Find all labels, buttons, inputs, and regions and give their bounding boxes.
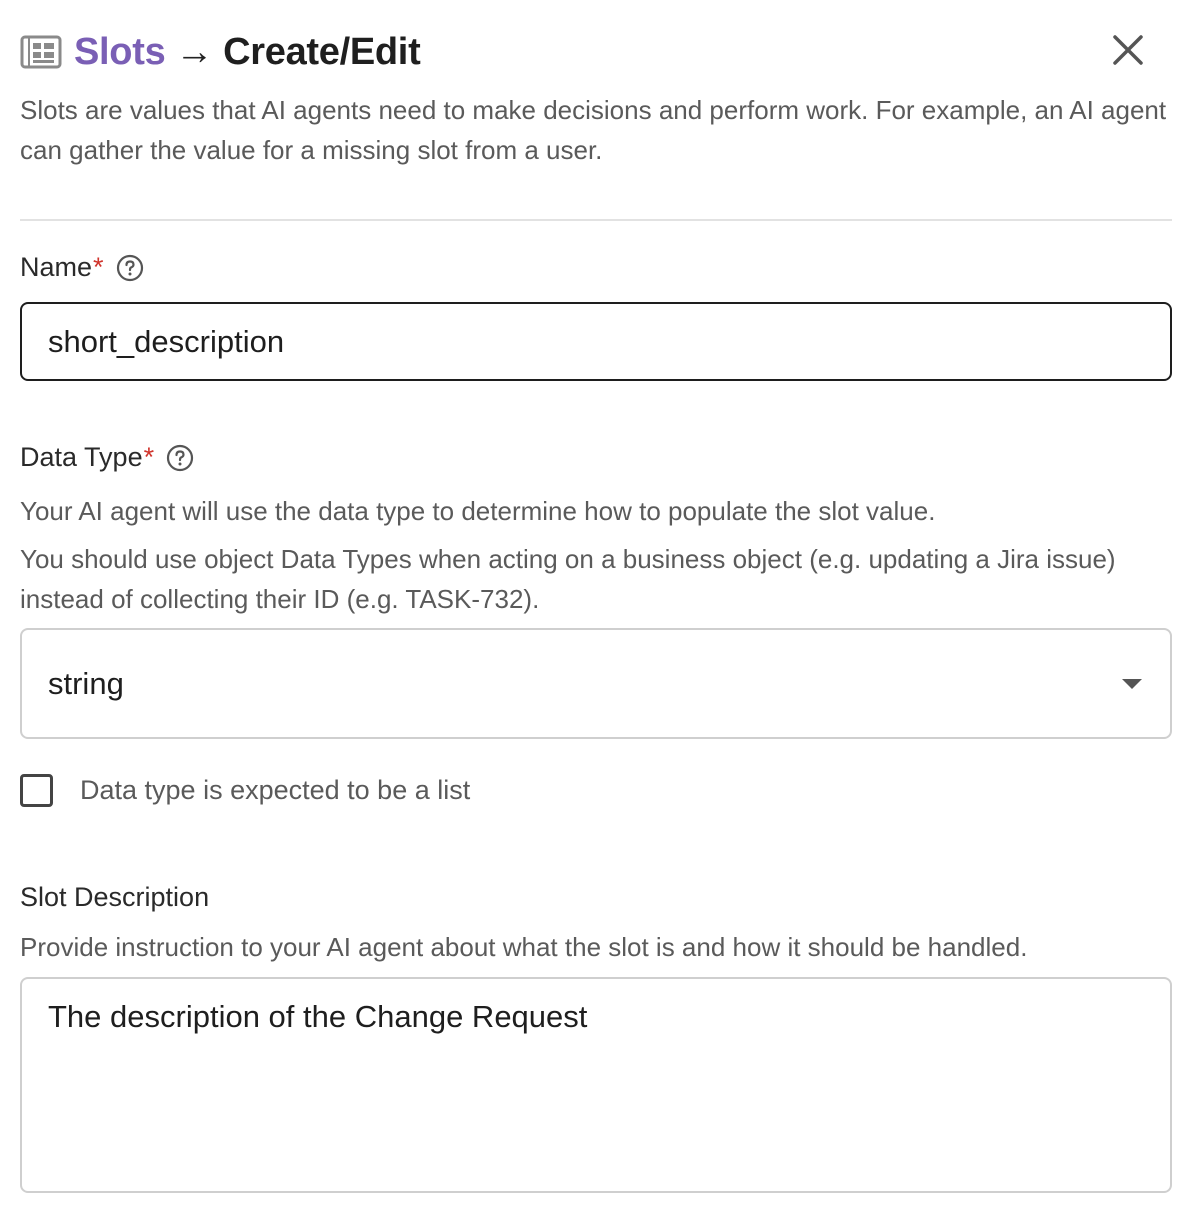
data-type-selected-value: string <box>48 665 124 701</box>
data-type-help-1: Your AI agent will use the data type to … <box>20 496 936 526</box>
breadcrumb-current: Create/Edit <box>223 30 421 73</box>
help-circle-icon[interactable] <box>166 444 194 472</box>
list-checkbox-row: Data type is expected to be a list <box>20 770 470 810</box>
breadcrumb-arrow: → <box>175 30 214 73</box>
name-label-text: Name <box>20 252 93 282</box>
close-icon <box>1111 33 1145 72</box>
slot-description-help: Provide instruction to your AI agent abo… <box>20 932 1028 962</box>
slot-list-icon <box>20 35 62 69</box>
slot-description-label-text: Slot Description <box>20 882 210 912</box>
list-checkbox-label: Data type is expected to be a list <box>80 774 471 805</box>
intro-text: Slots are values that AI agents need to … <box>20 95 1167 165</box>
name-label: Name * <box>20 252 144 283</box>
data-type-label: Data Type * <box>20 442 194 473</box>
data-type-select[interactable]: string <box>20 628 1172 739</box>
required-mark: * <box>93 252 104 282</box>
data-type-help-2: You should use object Data Types when ac… <box>20 544 1116 614</box>
dialog-title: Slots → Create/Edit <box>74 30 421 74</box>
caret-down-icon <box>1122 678 1142 689</box>
required-mark: * <box>143 442 155 472</box>
data-type-label-text: Data Type <box>20 442 143 472</box>
slot-description-label: Slot Description <box>20 882 209 913</box>
dialog-header: Slots → Create/Edit <box>20 28 1166 76</box>
list-checkbox[interactable] <box>20 773 53 807</box>
divider <box>20 219 1172 221</box>
name-input[interactable] <box>20 302 1172 381</box>
help-circle-icon[interactable] <box>116 254 144 282</box>
close-button[interactable] <box>1108 32 1148 72</box>
breadcrumb-slots[interactable]: Slots <box>74 31 166 74</box>
slot-description-textarea[interactable]: The description of the Change Request <box>20 977 1172 1193</box>
